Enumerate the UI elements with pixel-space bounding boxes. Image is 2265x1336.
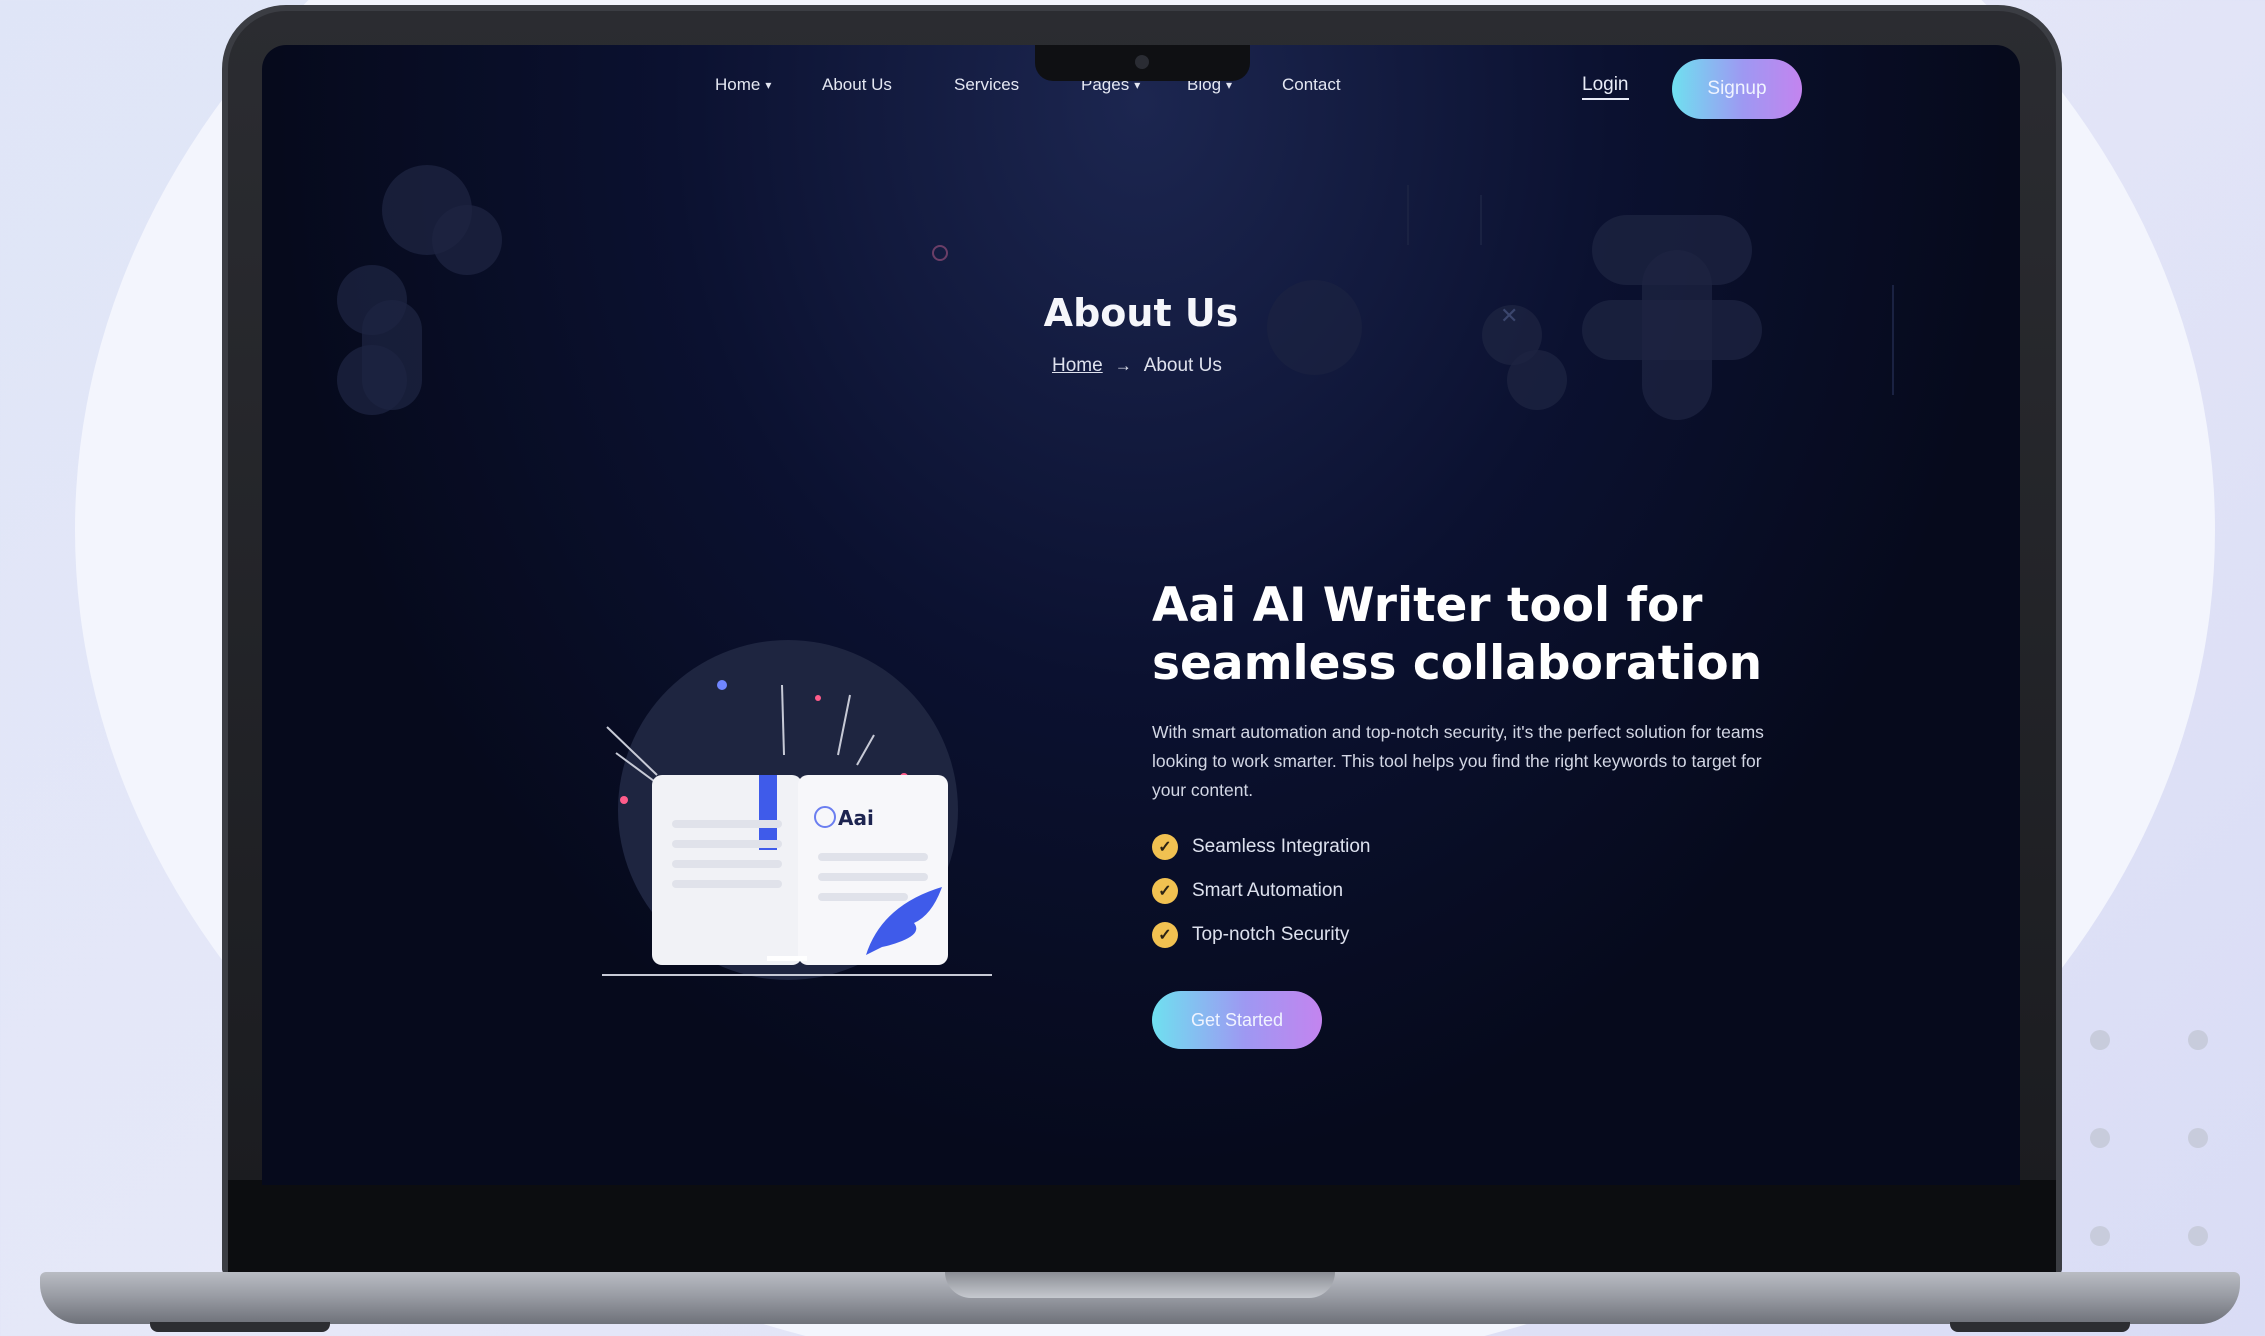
nav-item-label: Contact — [1282, 75, 1341, 94]
nav-item-contact[interactable]: Contact — [1282, 75, 1341, 95]
breadcrumb: Home → About Us — [1052, 355, 1222, 377]
section-heading: Aai AI Writer tool for seamless collabor… — [1152, 578, 1763, 691]
decor-dot — [717, 680, 727, 690]
chevron-down-icon: ▾ — [765, 78, 772, 92]
camera-icon — [1135, 55, 1149, 69]
feature-label: Smart Automation — [1192, 880, 1344, 901]
laptop-foot-left — [150, 1322, 330, 1332]
decor-ring — [932, 245, 948, 261]
laptop-hinge-notch — [945, 1272, 1335, 1298]
breadcrumb-current: About Us — [1143, 355, 1222, 376]
login-link[interactable]: Login — [1582, 74, 1629, 100]
laptop-foot-right — [1950, 1322, 2130, 1332]
nav-item-label: Home — [715, 75, 761, 94]
decor-dot — [620, 796, 628, 804]
check-circle-icon: ✓ — [1152, 878, 1178, 904]
nav-item-about-us[interactable]: About Us — [822, 75, 892, 95]
book-illustration: Aai — [602, 625, 1002, 985]
page-title: About Us — [1043, 291, 1239, 335]
nav-item-home[interactable]: Home ▾ — [715, 75, 771, 95]
laptop-bezel — [228, 1180, 2056, 1274]
svg-text:Aai: Aai — [838, 806, 874, 830]
check-circle-icon: ✓ — [1152, 834, 1178, 860]
get-started-button[interactable]: Get Started — [1152, 991, 1322, 1049]
decor-blob — [1507, 350, 1567, 410]
feature-label: Top-notch Security — [1192, 924, 1350, 945]
book-right-page — [798, 775, 948, 965]
nav-item-label: Services — [954, 75, 1020, 94]
feature-label: Seamless Integration — [1192, 836, 1371, 857]
background-dots — [2070, 1020, 2220, 1250]
decor-line — [1480, 195, 1482, 245]
check-circle-icon: ✓ — [1152, 922, 1178, 948]
nav-item-services[interactable]: Services — [954, 75, 1019, 95]
list-item: ✓ Top-notch Security — [1152, 913, 1371, 957]
feature-list: ✓ Seamless Integration ✓ Smart Automatio… — [1152, 825, 1371, 957]
camera-notch — [1035, 45, 1250, 81]
book-left-page — [652, 775, 802, 965]
breadcrumb-home-link[interactable]: Home — [1052, 355, 1103, 377]
decor-blob — [337, 345, 407, 415]
decor-dot — [815, 695, 821, 701]
bookmark-icon — [759, 775, 777, 850]
nav-item-label: About Us — [822, 75, 892, 94]
list-item: ✓ Seamless Integration — [1152, 825, 1371, 869]
decor-blob — [432, 205, 502, 275]
website-screen: ✕ Home ▾ About Us Services Pages ▾ Blog … — [262, 45, 2020, 1185]
list-item: ✓ Smart Automation — [1152, 869, 1371, 913]
section-description: With smart automation and top-notch secu… — [1152, 722, 1764, 800]
arrow-right-icon: → — [1114, 356, 1132, 375]
signup-button[interactable]: Signup — [1672, 59, 1802, 119]
decor-line — [1407, 185, 1409, 245]
